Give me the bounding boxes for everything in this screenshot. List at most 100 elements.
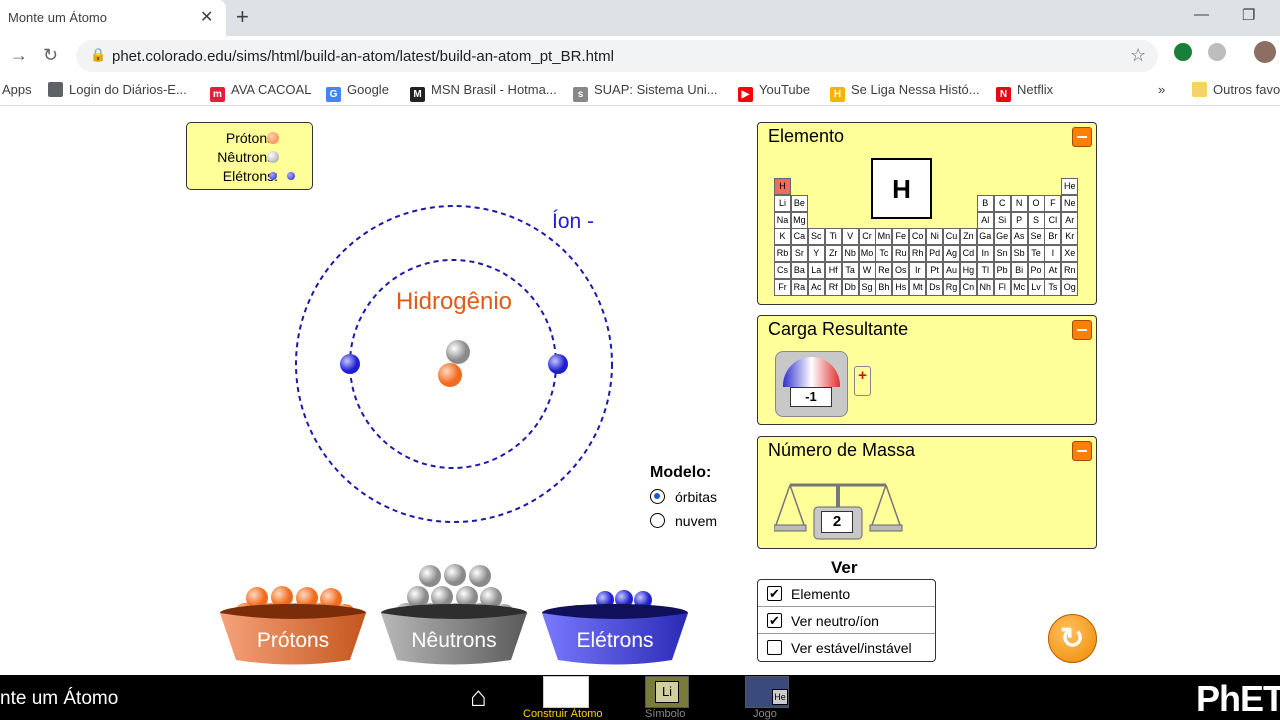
screen-symbol-icon[interactable]: Li	[645, 676, 689, 708]
bookmark-8[interactable]: N Netflix	[996, 82, 1053, 102]
element-cell[interactable]: Sc	[807, 228, 825, 246]
element-cell[interactable]: Mc	[1010, 278, 1028, 296]
element-cell[interactable]: Pd	[926, 245, 944, 263]
element-cell[interactable]: Sb	[1010, 245, 1028, 263]
element-cell[interactable]: Ir	[909, 262, 927, 279]
element-cell[interactable]: Ac	[807, 278, 825, 296]
screen-game-label[interactable]: Jogo	[753, 708, 777, 720]
element-cell[interactable]: Db	[841, 278, 859, 296]
element-cell[interactable]: Rf	[824, 278, 842, 296]
element-cell[interactable]: Cd	[959, 245, 977, 263]
back-arrow-icon[interactable]: →	[10, 45, 28, 66]
element-cell[interactable]: W	[858, 262, 876, 279]
element-cell[interactable]: Cr	[858, 228, 876, 246]
element-cell[interactable]: Na	[774, 211, 791, 229]
element-cell[interactable]: Hs	[892, 278, 910, 296]
electron[interactable]	[548, 354, 568, 374]
element-cell[interactable]: Ge	[993, 228, 1011, 246]
collapse-element-button[interactable]	[1072, 127, 1092, 147]
reset-button[interactable]: ↻	[1048, 614, 1097, 663]
browser-tab[interactable]: Monte um Átomo ✕	[0, 0, 226, 36]
element-cell[interactable]: Sr	[790, 245, 808, 263]
proton-bucket[interactable]: Prótons	[220, 586, 366, 665]
extension-icon[interactable]	[1208, 43, 1226, 61]
element-cell[interactable]: Au	[943, 262, 960, 279]
screen-build-atom-icon[interactable]	[543, 676, 589, 708]
element-cell[interactable]: Li	[774, 194, 791, 212]
element-cell[interactable]: V	[841, 228, 859, 246]
element-cell[interactable]: Co	[909, 228, 927, 246]
home-icon[interactable]: ⌂	[470, 681, 487, 713]
element-cell[interactable]: At	[1044, 262, 1062, 279]
element-cell[interactable]: H	[774, 178, 791, 195]
element-cell[interactable]: Pb	[993, 262, 1011, 279]
element-cell[interactable]: Se	[1027, 228, 1045, 246]
screen-game-icon[interactable]: He	[745, 676, 789, 708]
element-cell[interactable]: Hf	[824, 262, 842, 279]
bookmark-7[interactable]: H Se Liga Nessa Histó...	[830, 82, 980, 102]
element-cell[interactable]: In	[976, 245, 994, 263]
element-cell[interactable]: Tl	[976, 262, 994, 279]
element-cell[interactable]: Zn	[959, 228, 977, 246]
element-cell[interactable]: Kr	[1061, 228, 1079, 246]
phet-logo[interactable]: PhET	[1196, 678, 1280, 720]
element-cell[interactable]: Cs	[774, 262, 791, 279]
element-cell[interactable]: Lv	[1027, 278, 1045, 296]
element-cell[interactable]: Mt	[909, 278, 927, 296]
element-cell[interactable]: C	[993, 194, 1011, 212]
element-cell[interactable]: Og	[1061, 278, 1079, 296]
neutron[interactable]	[446, 340, 470, 364]
bookmark-6[interactable]: ▶ YouTube	[738, 82, 810, 102]
element-cell[interactable]: Ca	[790, 228, 808, 246]
element-cell[interactable]: Fl	[993, 278, 1011, 296]
element-cell[interactable]: Ni	[926, 228, 944, 246]
element-cell[interactable]: Cl	[1044, 211, 1062, 229]
element-cell[interactable]: Fr	[774, 278, 791, 296]
url-text[interactable]: phet.colorado.edu/sims/html/build-an-ato…	[112, 48, 614, 65]
checkbox[interactable]: ✔	[767, 586, 782, 601]
element-cell[interactable]: O	[1027, 194, 1045, 212]
avatar[interactable]	[1254, 41, 1276, 63]
element-cell[interactable]: La	[807, 262, 825, 279]
radio-orbits-label[interactable]: órbitas	[675, 489, 717, 505]
element-cell[interactable]: Nb	[841, 245, 859, 263]
screen-build-atom-label[interactable]: Construir Átomo	[523, 708, 602, 720]
checkbox[interactable]: ✔	[767, 613, 782, 628]
view-option[interactable]: ✔ Ver neutro/íon	[758, 607, 935, 634]
proton[interactable]	[438, 363, 462, 387]
element-cell[interactable]: K	[774, 228, 791, 246]
bookmark-2[interactable]: m AVA CACOAL	[210, 82, 311, 102]
element-cell[interactable]: Zr	[824, 245, 842, 263]
element-cell[interactable]: Os	[892, 262, 910, 279]
other-bookmarks[interactable]: Outros favo	[1192, 82, 1280, 97]
element-cell[interactable]: Ds	[926, 278, 944, 296]
element-cell[interactable]: Cu	[943, 228, 960, 246]
element-cell[interactable]: Mg	[790, 211, 808, 229]
reload-icon[interactable]: ↻	[43, 45, 58, 66]
element-cell[interactable]: F	[1044, 194, 1062, 212]
restore-icon[interactable]: ❐	[1242, 6, 1255, 24]
minimize-icon[interactable]: —	[1194, 6, 1209, 23]
element-cell[interactable]: Tc	[875, 245, 893, 263]
element-cell[interactable]: Rg	[943, 278, 960, 296]
element-cell[interactable]: N	[1010, 194, 1028, 212]
electron-bucket[interactable]: Elétrons	[542, 590, 688, 665]
bookmark-0[interactable]: Apps	[2, 82, 32, 97]
element-cell[interactable]: Cn	[959, 278, 977, 296]
element-cell[interactable]: Pt	[926, 262, 944, 279]
element-cell[interactable]: Po	[1027, 262, 1045, 279]
bookmark-1[interactable]: Login do Diários-E...	[48, 82, 187, 97]
element-cell[interactable]: Nh	[976, 278, 994, 296]
bookmark-4[interactable]: M MSN Brasil - Hotma...	[410, 82, 557, 102]
element-cell[interactable]: Ru	[892, 245, 910, 263]
element-cell[interactable]: Fe	[892, 228, 910, 246]
radio-cloud[interactable]	[650, 513, 665, 528]
element-cell[interactable]: As	[1010, 228, 1028, 246]
view-option[interactable]: ✔ Elemento	[758, 580, 935, 607]
element-cell[interactable]: Ga	[976, 228, 994, 246]
bookmarks-more-icon[interactable]: »	[1158, 82, 1165, 97]
radio-orbits[interactable]	[650, 489, 665, 504]
element-cell[interactable]: Re	[875, 262, 893, 279]
bookmark-3[interactable]: G Google	[326, 82, 389, 102]
element-cell[interactable]: Rb	[774, 245, 791, 263]
